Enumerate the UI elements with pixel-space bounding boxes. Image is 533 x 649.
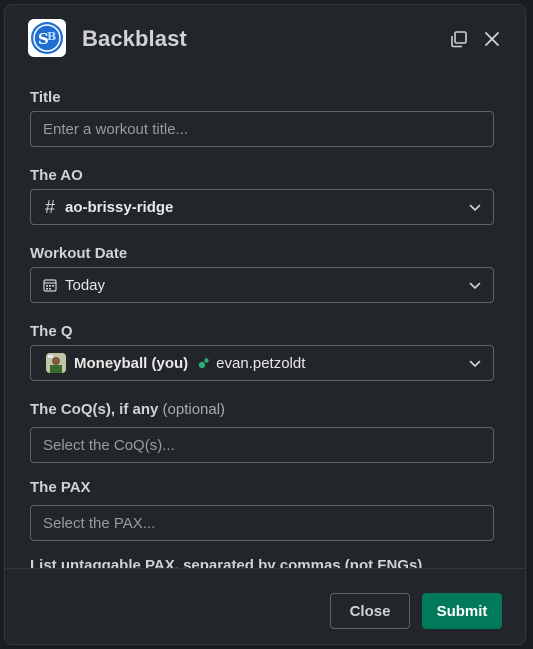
ao-select[interactable]: # ao-brissy-ridge — [30, 189, 494, 225]
untaggable-label: List untaggable PAX, separated by commas… — [30, 557, 423, 568]
calendar-icon — [43, 278, 57, 292]
chevron-down-icon — [469, 280, 481, 292]
modal-footer: Close Submit — [5, 568, 525, 644]
submit-button[interactable]: Submit — [422, 593, 502, 629]
q-user-handle: evan.petzoldt — [216, 354, 306, 372]
chevron-down-icon — [469, 202, 481, 214]
expand-icon[interactable] — [449, 29, 469, 49]
title-input[interactable]: Enter a workout title... — [30, 111, 494, 147]
svg-text:B: B — [47, 30, 56, 43]
pax-label: The PAX — [30, 479, 91, 496]
date-value: Today — [65, 276, 106, 294]
status-dot-icon — [198, 357, 210, 369]
coq-placeholder: Select the CoQ(s)... — [43, 436, 175, 454]
ao-label: The AO — [30, 167, 83, 184]
avatar — [46, 353, 66, 373]
modal-body: Title Enter a workout title... The AO # … — [5, 71, 525, 568]
chevron-down-icon — [469, 358, 481, 370]
app-logo: S B — [28, 19, 66, 57]
date-picker[interactable]: Today — [30, 267, 494, 303]
coq-label: The CoQ(s), if any (optional) — [30, 401, 225, 418]
q-select[interactable]: Moneyball (you) evan.petzoldt — [30, 345, 494, 381]
title-label: Title — [30, 89, 61, 106]
close-button[interactable]: Close — [330, 593, 410, 629]
modal-header: S B Backblast — [5, 5, 525, 71]
date-label: Workout Date — [30, 245, 128, 262]
hash-icon: # — [45, 196, 56, 217]
q-user-name: Moneyball (you) — [74, 354, 189, 372]
pax-select[interactable]: Select the PAX... — [30, 505, 494, 541]
ao-value: ao-brissy-ridge — [65, 198, 174, 216]
close-icon[interactable] — [482, 29, 502, 49]
pax-placeholder: Select the PAX... — [43, 514, 156, 532]
q-label: The Q — [30, 323, 73, 340]
coq-label-text: The CoQ(s), if any — [30, 401, 159, 418]
title-placeholder: Enter a workout title... — [43, 120, 189, 138]
modal-title: Backblast — [82, 26, 187, 51]
backblast-modal: S B Backblast Title Enter a workout titl… — [4, 4, 526, 645]
coq-select[interactable]: Select the CoQ(s)... — [30, 427, 494, 463]
coq-optional-text: (optional) — [162, 401, 226, 418]
